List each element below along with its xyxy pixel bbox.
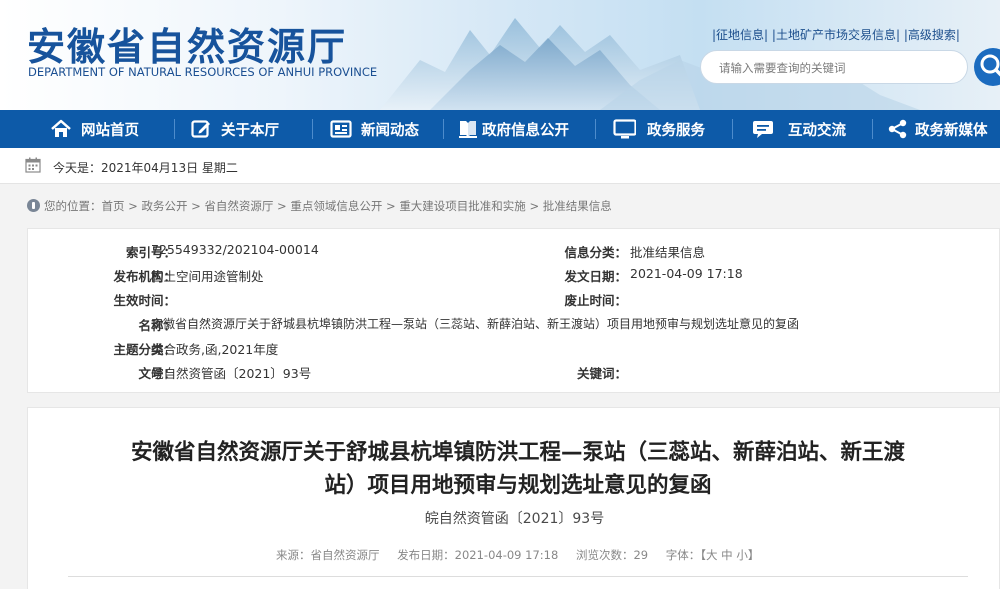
nav-item-new-media[interactable]: 政务新媒体: [887, 110, 988, 148]
font-bracket: 】: [747, 548, 760, 562]
nav-item-about[interactable]: 关于本厅: [190, 110, 279, 148]
breadcrumb-link-key-areas[interactable]: 重点领域信息公开: [290, 199, 382, 213]
topic-value: 综合政务,函,2021年度: [151, 342, 279, 357]
nav-divider: [732, 119, 733, 139]
breadcrumb-separator: >: [273, 199, 291, 213]
nav-item-home[interactable]: 网站首页: [50, 110, 139, 148]
home-icon: [51, 119, 71, 137]
issue-date-value: 2021-04-09 17:18: [630, 266, 743, 281]
publisher-value: 国土空间用途管制处: [151, 269, 264, 284]
article-views: 浏览次数：29: [575, 548, 649, 562]
site-header: 安徽省自然资源厅 DEPARTMENT OF NATURAL RESOURCES…: [0, 0, 1000, 110]
font-size-small-button[interactable]: 小: [736, 548, 748, 562]
breadcrumb-link-department[interactable]: 省自然资源厅: [204, 199, 273, 213]
nav-item-interaction[interactable]: 互动交流: [752, 110, 846, 148]
top-link-advanced-search[interactable]: |高级搜索|: [904, 28, 960, 42]
top-links: |征地信息| |土地矿产市场交易信息| |高级搜索|: [712, 26, 960, 43]
name-value: 安徽省自然资源厅关于舒城县杭埠镇防洪工程—泵站（三蕊站、新薛泊站、新王渡站）项目…: [151, 317, 800, 331]
share-icon: [888, 119, 907, 139]
breadcrumb-prefix: 您的位置：: [44, 199, 102, 213]
article-title: 安徽省自然资源厅关于舒城县杭埠镇防洪工程—泵站（三蕊站、新薛泊站、新王渡 站）项…: [68, 436, 968, 502]
breadcrumb-separator: >: [124, 199, 142, 213]
breadcrumb-separator: >: [525, 199, 543, 213]
nav-divider: [872, 119, 873, 139]
monitor-icon: [613, 119, 636, 139]
book-icon: [459, 121, 477, 138]
article-divider: [68, 576, 968, 577]
top-link-land-acquisition[interactable]: |征地信息|: [712, 28, 768, 42]
breadcrumb-separator: >: [382, 199, 400, 213]
news-icon: [330, 120, 352, 138]
nav-divider: [174, 119, 175, 139]
search-input[interactable]: [719, 59, 949, 77]
breadcrumb-link-home[interactable]: 首页: [102, 199, 125, 213]
search-button[interactable]: [974, 48, 1000, 86]
nav-item-label: 关于本厅: [221, 122, 279, 139]
nav-divider: [443, 119, 444, 139]
nav-item-label: 政务服务: [647, 122, 705, 139]
font-size-large-button[interactable]: 大: [706, 548, 718, 562]
article-source: 来源：省自然资源厅: [276, 548, 380, 562]
nav-item-services[interactable]: 政务服务: [612, 110, 705, 148]
site-subtitle: DEPARTMENT OF NATURAL RESOURCES OF ANHUI…: [28, 65, 378, 79]
breadcrumb-separator: >: [187, 199, 205, 213]
breadcrumb: 您的位置：首页 > 政务公开 > 省自然资源厅 > 重点领域信息公开 > 重大建…: [27, 198, 612, 214]
date-bar: 今天是：2021年04月13日 星期二: [0, 148, 1000, 184]
issue-date-label: 发文日期：: [564, 269, 627, 284]
article-doc-number: 皖自然资管函〔2021〕93号: [424, 511, 605, 527]
nav-item-label: 政府信息公开: [482, 122, 569, 139]
calendar-icon: [25, 157, 41, 173]
nav-item-news[interactable]: 新闻动态: [330, 110, 419, 148]
location-icon: [27, 199, 40, 212]
article-title-line: 站）项目用地预审与规划选址意见的复函: [324, 473, 712, 498]
doc-number-value: 皖自然资管函〔2021〕93号: [151, 366, 312, 381]
breadcrumb-link-major-projects[interactable]: 重大建设项目批准和实施: [399, 199, 526, 213]
font-size-label: 字体：: [665, 548, 701, 562]
category-value: 批准结果信息: [630, 245, 706, 260]
edit-icon: [191, 120, 210, 138]
font-size-control: 字体：【大 中 小】: [666, 548, 760, 562]
breadcrumb-link-gov-affairs[interactable]: 政务公开: [141, 199, 187, 213]
top-link-market-trading[interactable]: |土地矿产市场交易信息|: [772, 28, 900, 42]
article-publish-date: 发布日期：2021-04-09 17:18: [397, 548, 559, 562]
index-value: 725549332/202104-00014: [151, 242, 319, 257]
chat-icon: [753, 121, 773, 138]
nav-divider: [595, 119, 596, 139]
nav-item-label: 政务新媒体: [915, 122, 988, 139]
font-size-medium-button[interactable]: 中: [721, 548, 733, 562]
effective-label: 生效时间：: [113, 293, 176, 308]
site-title: 安徽省自然资源厅: [27, 24, 348, 69]
search-box: [700, 50, 968, 84]
article-title-line: 安徽省自然资源厅关于舒城县杭埠镇防洪工程—泵站（三蕊站、新薛泊站、新王渡: [130, 440, 905, 465]
article-meta: 来源：省自然资源厅 发布日期：2021-04-09 17:18 浏览次数：29 …: [276, 547, 773, 563]
expire-label: 废止时间：: [564, 293, 627, 308]
nav-item-label: 网站首页: [81, 122, 139, 139]
document-info-table: 索引号： 725549332/202104-00014 信息分类： 批准结果信息…: [27, 228, 1000, 393]
category-label: 信息分类：: [564, 245, 627, 260]
nav-item-label: 互动交流: [788, 122, 846, 139]
search-icon: [980, 54, 1000, 77]
nav-item-gov-info[interactable]: 政府信息公开: [457, 110, 569, 148]
main-nav: 网站首页 关于本厅 新闻动态 政府信息公开 政务服务 互动交流 政务新媒体: [0, 110, 1000, 148]
current-date: 今天是：2021年04月13日 星期二: [53, 161, 238, 175]
keywords-label: 关键词：: [576, 366, 627, 381]
nav-divider: [312, 119, 313, 139]
nav-item-label: 新闻动态: [361, 122, 419, 139]
breadcrumb-link-approval-results[interactable]: 批准结果信息: [543, 199, 612, 213]
article-content: 安徽省自然资源厅关于舒城县杭埠镇防洪工程—泵站（三蕊站、新薛泊站、新王渡 站）项…: [27, 407, 1000, 589]
